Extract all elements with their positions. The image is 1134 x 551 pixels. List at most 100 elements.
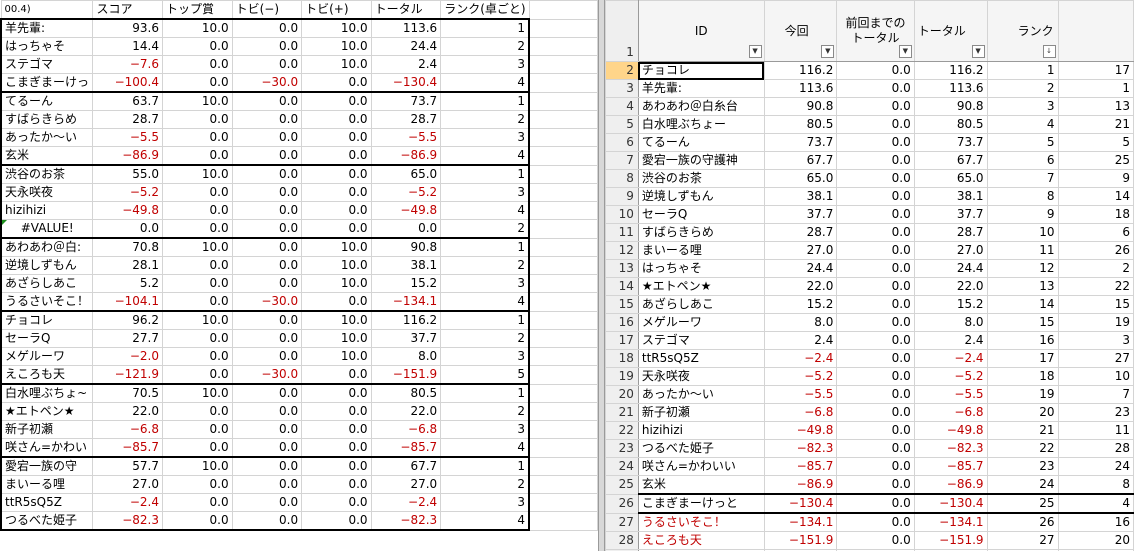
- score-cell[interactable]: 14.4: [92, 37, 163, 56]
- rank-cell[interactable]: 25: [986, 493, 1059, 514]
- total-cell[interactable]: 67.7: [370, 456, 442, 476]
- tobi-plus-cell[interactable]: 10.0: [301, 55, 372, 74]
- rank-cell[interactable]: 4: [440, 511, 531, 531]
- tobi-minus-cell[interactable]: 0.0: [231, 18, 303, 38]
- row-header[interactable]: 20: [605, 385, 639, 404]
- extra-cell[interactable]: 22: [1057, 277, 1134, 296]
- prev-cell[interactable]: 0.0: [836, 259, 915, 278]
- prev-cell[interactable]: 0.0: [836, 169, 915, 188]
- prev-cell[interactable]: 0.0: [836, 97, 915, 116]
- prev-total-column-header[interactable]: 前回までの トータル ▼: [836, 0, 915, 62]
- current-cell[interactable]: 22.0: [763, 277, 838, 296]
- tobi-plus-cell[interactable]: 0.0: [301, 420, 372, 439]
- extra-cell[interactable]: 25: [1057, 151, 1134, 170]
- extra-cell[interactable]: 11: [1057, 421, 1134, 440]
- empty-cell[interactable]: [528, 110, 598, 129]
- tobi-minus-cell[interactable]: 0.0: [231, 183, 303, 202]
- id-cell[interactable]: ★エトペン★: [637, 277, 765, 296]
- extra-cell[interactable]: 21: [1057, 115, 1134, 134]
- empty-cell[interactable]: [528, 91, 598, 111]
- prev-cell[interactable]: 0.0: [836, 439, 915, 458]
- total-cell[interactable]: −49.8: [913, 421, 988, 440]
- id-cell[interactable]: こまぎまーけっと: [637, 493, 765, 514]
- row-header[interactable]: 21: [605, 403, 639, 422]
- empty-cell[interactable]: [528, 18, 598, 38]
- tobi-plus-cell[interactable]: 0.0: [301, 73, 372, 93]
- total-cell[interactable]: 65.0: [370, 164, 442, 184]
- row-header[interactable]: 14: [605, 277, 639, 296]
- total-cell[interactable]: 90.8: [370, 237, 442, 257]
- extra-cell[interactable]: 10: [1057, 367, 1134, 386]
- id-cell[interactable]: 逆境しずもん: [637, 187, 765, 206]
- rank-cell[interactable]: 13: [986, 277, 1059, 296]
- prev-cell[interactable]: 0.0: [836, 277, 915, 296]
- extra-cell[interactable]: 26: [1057, 241, 1134, 260]
- current-cell[interactable]: −130.4: [763, 493, 838, 514]
- score-cell[interactable]: 63.7: [92, 91, 163, 111]
- current-cell[interactable]: 28.7: [763, 223, 838, 242]
- row-header[interactable]: 8: [605, 169, 639, 188]
- tobi-plus-cell[interactable]: 0.0: [301, 493, 372, 512]
- total-cell[interactable]: 37.7: [370, 329, 442, 348]
- player-name-cell[interactable]: 白水哩ぶちょ~: [0, 383, 94, 403]
- empty-cell[interactable]: [528, 310, 598, 330]
- empty-cell[interactable]: [528, 219, 598, 239]
- prev-cell[interactable]: 0.0: [836, 385, 915, 404]
- tobi-minus-cell[interactable]: −30.0: [231, 73, 303, 93]
- row-header[interactable]: 25: [605, 475, 639, 495]
- left-column-header[interactable]: トビ(+): [301, 0, 372, 20]
- player-name-cell[interactable]: まいーる哩: [0, 475, 94, 494]
- current-cell[interactable]: 2.4: [763, 331, 838, 350]
- prev-cell[interactable]: 0.0: [836, 151, 915, 170]
- total-column-header[interactable]: トータル ▼: [913, 0, 988, 62]
- current-cell[interactable]: 8.0: [763, 313, 838, 332]
- row-header[interactable]: 7: [605, 151, 639, 170]
- rank-cell[interactable]: 1: [440, 310, 531, 330]
- current-cell[interactable]: 65.0: [763, 169, 838, 188]
- total-cell[interactable]: 24.4: [370, 37, 442, 56]
- left-column-header[interactable]: トビ(−): [231, 0, 303, 20]
- id-cell[interactable]: えころも天: [637, 531, 765, 550]
- top-cell[interactable]: 0.0: [162, 110, 233, 129]
- total-cell[interactable]: 113.6: [913, 79, 988, 98]
- player-name-cell[interactable]: ステゴマ: [0, 55, 94, 74]
- top-cell[interactable]: 10.0: [162, 310, 233, 330]
- tobi-plus-cell[interactable]: 0.0: [301, 201, 372, 220]
- total-cell[interactable]: 116.2: [913, 61, 988, 80]
- row-header[interactable]: 10: [605, 205, 639, 224]
- rank-cell[interactable]: 4: [440, 146, 531, 166]
- current-cell[interactable]: 113.6: [763, 79, 838, 98]
- tobi-minus-cell[interactable]: 0.0: [231, 420, 303, 439]
- current-cell[interactable]: 67.7: [763, 151, 838, 170]
- score-cell[interactable]: −2.0: [92, 347, 163, 366]
- tobi-plus-cell[interactable]: 0.0: [301, 219, 372, 239]
- total-cell[interactable]: −151.9: [913, 531, 988, 550]
- player-name-cell[interactable]: 天永咲夜: [0, 183, 94, 202]
- prev-cell[interactable]: 0.0: [836, 349, 915, 368]
- rank-cell[interactable]: 14: [986, 295, 1059, 314]
- tobi-plus-cell[interactable]: 0.0: [301, 146, 372, 166]
- player-name-cell[interactable]: ★エトペン★: [0, 402, 94, 421]
- extra-cell[interactable]: 6: [1057, 223, 1134, 242]
- score-cell[interactable]: 22.0: [92, 402, 163, 421]
- current-cell[interactable]: 24.4: [763, 259, 838, 278]
- row-header[interactable]: 18: [605, 349, 639, 368]
- row-header[interactable]: 2: [605, 61, 639, 80]
- left-column-header[interactable]: トップ賞: [162, 0, 233, 20]
- total-cell[interactable]: 38.1: [370, 256, 442, 275]
- extra-cell[interactable]: 13: [1057, 97, 1134, 116]
- total-cell[interactable]: −6.8: [370, 420, 442, 439]
- player-name-cell[interactable]: 渋谷のお茶: [0, 164, 94, 184]
- total-cell[interactable]: −130.4: [370, 73, 442, 93]
- player-name-cell[interactable]: チョコレ: [0, 310, 94, 330]
- player-name-cell[interactable]: 新子初瀬: [0, 420, 94, 439]
- score-cell[interactable]: 93.6: [92, 18, 163, 38]
- score-cell[interactable]: −100.4: [92, 73, 163, 93]
- row-header[interactable]: 23: [605, 439, 639, 458]
- id-cell[interactable]: 愛宕一族の守護神: [637, 151, 765, 170]
- rank-cell[interactable]: 2: [440, 475, 531, 494]
- total-cell[interactable]: −5.2: [370, 183, 442, 202]
- player-name-cell[interactable]: セーラQ: [0, 329, 94, 348]
- score-cell[interactable]: −82.3: [92, 511, 163, 531]
- rank-cell[interactable]: 2: [440, 402, 531, 421]
